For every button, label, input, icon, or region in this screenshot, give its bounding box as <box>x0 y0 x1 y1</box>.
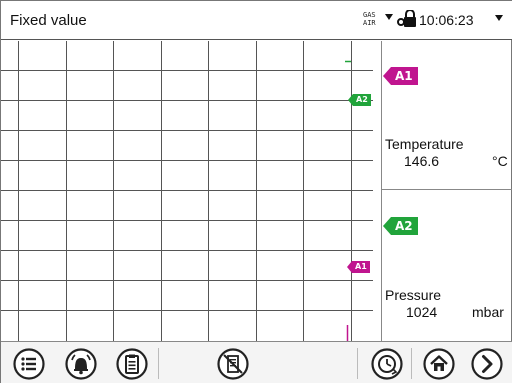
page-title: Fixed value <box>10 12 87 29</box>
channel-name-pressure: Pressure <box>385 287 442 303</box>
no-document-icon[interactable] <box>217 348 249 380</box>
clock-time: 10:06:23 <box>419 12 474 28</box>
toolbar-separator <box>357 348 358 379</box>
channel-name-temperature: Temperature <box>385 136 464 152</box>
gas-air-indicator[interactable]: GAS AIR <box>363 11 376 27</box>
bottom-toolbar <box>1 341 512 383</box>
chart-marker-a2: A2 <box>348 94 371 106</box>
home-icon[interactable] <box>423 348 455 380</box>
alarm-bell-icon[interactable] <box>65 348 97 380</box>
trend-chart: A2 A1 <box>1 41 381 341</box>
list-icon[interactable] <box>13 348 45 380</box>
channel-tag-a1[interactable]: A1 <box>383 67 418 85</box>
header-bar: Fixed value GAS AIR 10:06:23 <box>1 1 512 40</box>
chart-grid <box>1 41 373 341</box>
channel-tag-a2[interactable]: A2 <box>383 217 418 235</box>
toolbar-separator <box>158 348 159 379</box>
chevron-down-icon[interactable] <box>385 14 393 20</box>
next-arrow-icon[interactable] <box>471 348 503 380</box>
chevron-down-icon[interactable] <box>495 15 503 21</box>
air-label: AIR <box>363 19 376 27</box>
temperature-value: 146.6 <box>404 153 440 169</box>
clipboard-icon[interactable] <box>116 348 148 380</box>
app-window: Fixed value GAS AIR 10:06:23 A2 A1 A1 Te… <box>0 0 512 383</box>
pressure-value: 1024 <box>406 304 438 320</box>
temperature-unit: °C <box>492 153 508 169</box>
chart-marker-a1: A1 <box>347 261 370 273</box>
lock-key-icon[interactable] <box>397 9 417 28</box>
gas-label: GAS <box>363 11 376 19</box>
toolbar-separator <box>411 348 412 379</box>
panel-divider <box>382 189 512 190</box>
clock-refresh-icon[interactable] <box>371 348 403 380</box>
pressure-unit: mbar <box>472 304 504 320</box>
